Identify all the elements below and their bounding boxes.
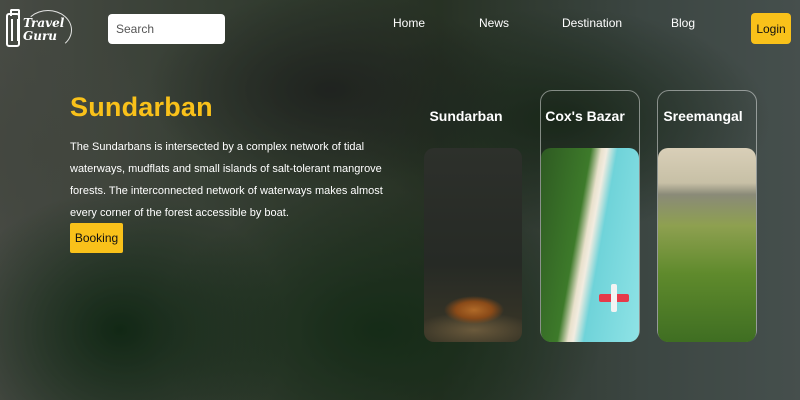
destination-title-sreemangal: Sreemangal (663, 108, 743, 124)
nav-link-destination[interactable]: Destination (562, 16, 622, 30)
search-input[interactable] (108, 14, 225, 44)
nav-link-blog[interactable]: Blog (671, 16, 695, 30)
travel-guru-logo[interactable]: Travel Guru (6, 8, 72, 52)
logo-ring-icon (24, 10, 72, 50)
destination-image-coxs-bazar[interactable] (541, 148, 639, 342)
destination-title-coxs-bazar: Cox's Bazar (545, 108, 625, 124)
destination-image-sundarban[interactable] (424, 148, 522, 342)
destination-image-sreemangal[interactable] (658, 148, 756, 342)
nav-link-home[interactable]: Home (393, 16, 425, 30)
seaplane-shape (599, 284, 629, 312)
suitcase-icon (6, 9, 20, 47)
login-button[interactable]: Login (751, 13, 791, 44)
destination-title-sundarban: Sundarban (429, 108, 503, 124)
nav-link-news[interactable]: News (479, 16, 509, 30)
booking-button[interactable]: Booking (70, 223, 123, 253)
hero-title: Sundarban (70, 92, 213, 122)
hero-description: The Sundarbans is intersected by a compl… (70, 141, 383, 219)
